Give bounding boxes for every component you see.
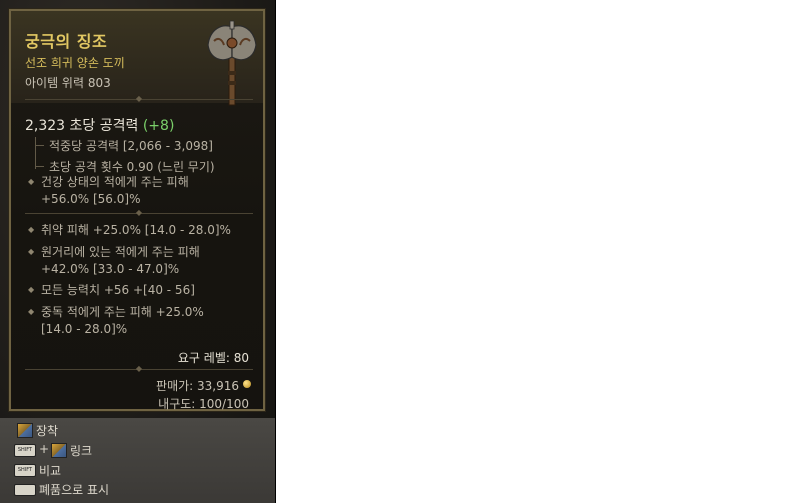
sell-value: 판매가: 33,916: [156, 379, 239, 393]
compare-label: 비교: [39, 464, 62, 478]
affix-bullet-icon: ◆: [28, 247, 35, 256]
dps-line: 2,323 초당 공격력 (+8): [25, 115, 174, 135]
affix-poisoned: 중독 적에게 주는 피해 +25.0% [14.0 - 28.0]%: [41, 304, 261, 338]
link-hint[interactable]: SHIFT + 링크: [14, 442, 214, 458]
section-divider: ◆: [25, 209, 253, 217]
item-header: 궁극의 징조 선조 희귀 양손 도끼 아이템 위력 803: [11, 11, 263, 106]
section-divider: ◆: [25, 95, 253, 103]
stat-tree-lines: [35, 137, 46, 169]
affix-all-stats: 모든 능력치 +56 +[40 - 56]: [41, 283, 195, 297]
junk-hint[interactable]: 폐품으로 표시: [14, 481, 214, 497]
dps-value: 2,323 초당 공격력: [25, 118, 139, 134]
link-label: 링크: [70, 444, 93, 458]
implicit-line2: +56.0% [56.0]%: [41, 192, 141, 206]
gold-coin-icon: [243, 380, 251, 388]
implicit-line1: 건강 상태의 적에게 주는 피해: [41, 175, 189, 189]
affix4-line2: [14.0 - 28.0]%: [41, 322, 128, 336]
durability: 내구도: 100/100: [158, 397, 249, 411]
affix2-line2: +42.0% [33.0 - 47.0]%: [41, 262, 180, 276]
junk-label: 폐품으로 표시: [39, 483, 110, 497]
affix4-line1: 중독 적에게 주는 피해 +25.0%: [41, 305, 204, 319]
dps-delta: (+8): [142, 118, 175, 134]
attacks-per-second: 초당 공격 횟수 0.90 (느린 무기): [49, 160, 215, 174]
item-tooltip-panel: 궁극의 징조 선조 희귀 양손 도끼 아이템 위력 803 ◆ 2,323 초당…: [0, 0, 276, 503]
compare-hint[interactable]: SHIFT 비교: [14, 462, 214, 478]
action-hints: 장착 SHIFT + 링크 SHIFT 비교 폐품으로 표시: [0, 418, 275, 503]
item-icon: [17, 423, 33, 438]
affix-vulnerable: 취약 피해 +25.0% [14.0 - 28.0]%: [41, 223, 231, 237]
space-key-icon: [14, 484, 36, 496]
item-power: 아이템 위력 803: [25, 76, 111, 90]
affix-bullet-icon: ◆: [28, 225, 35, 234]
link-plus: +: [39, 442, 50, 456]
affix-distant: 원거리에 있는 적에게 주는 피해 +42.0% [33.0 - 47.0]%: [41, 244, 261, 278]
two-handed-axe-icon: [207, 20, 257, 106]
equip-hint[interactable]: 장착: [14, 422, 214, 438]
affix2-line1: 원거리에 있는 적에게 주는 피해: [41, 245, 200, 259]
affix-bullet-icon: ◆: [28, 177, 35, 186]
shift-key-icon: SHIFT: [14, 444, 36, 457]
equip-label: 장착: [36, 424, 59, 438]
item-icon: [51, 443, 67, 458]
item-type: 선조 희귀 양손 도끼: [25, 56, 125, 70]
damage-per-hit: 적중당 공격력 [2,066 - 3,098]: [49, 139, 213, 153]
section-divider: ◆: [25, 365, 253, 373]
item-card: 궁극의 징조 선조 희귀 양손 도끼 아이템 위력 803 ◆ 2,323 초당…: [8, 8, 266, 412]
item-name: 궁극의 징조: [25, 32, 108, 51]
implicit-affix: 건강 상태의 적에게 주는 피해 +56.0% [56.0]%: [41, 174, 261, 208]
affix-bullet-icon: ◆: [28, 285, 35, 294]
shift-key-icon: SHIFT: [14, 464, 36, 477]
required-level: 요구 레벨: 80: [177, 351, 249, 365]
affix-bullet-icon: ◆: [28, 307, 35, 316]
